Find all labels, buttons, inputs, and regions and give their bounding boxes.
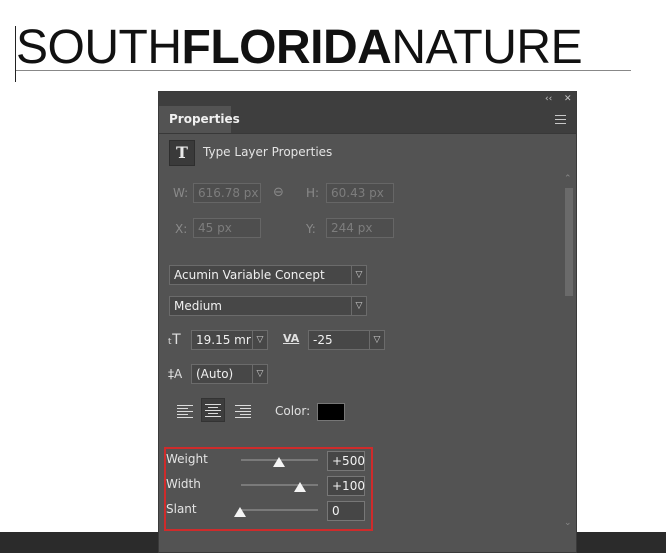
- x-field[interactable]: 45 px: [193, 218, 261, 238]
- tracking-value: -25: [313, 333, 333, 347]
- font-size-icon: ₜT: [168, 332, 181, 348]
- chevron-down-icon: ▽: [252, 331, 267, 349]
- x-label: X:: [175, 222, 188, 236]
- slant-slider-thumb[interactable]: [234, 507, 246, 517]
- text-color-swatch[interactable]: [317, 403, 345, 421]
- weight-value-field[interactable]: +500: [327, 451, 365, 471]
- font-size-value: 19.15 mr: [196, 333, 251, 347]
- font-style-dropdown[interactable]: Medium ▽: [169, 296, 367, 316]
- scroll-thumb[interactable]: [565, 188, 573, 296]
- text-baseline: [16, 70, 631, 71]
- width-label: W:: [173, 186, 189, 200]
- tracking-dropdown[interactable]: -25 ▽: [308, 330, 385, 350]
- leading-value: (Auto): [196, 367, 234, 381]
- leading-dropdown[interactable]: (Auto) ▽: [191, 364, 268, 384]
- weight-slider-row: Weight +500: [166, 451, 371, 471]
- link-icon[interactable]: ⊖: [273, 185, 284, 200]
- panel-tabbar: Properties: [159, 106, 576, 134]
- align-left-button[interactable]: [173, 399, 197, 423]
- close-icon[interactable]: ✕: [564, 93, 572, 105]
- font-size-dropdown[interactable]: 19.15 mr ▽: [191, 330, 268, 350]
- panel-scrollbar[interactable]: ⌃ ⌄: [563, 174, 575, 534]
- width-slider-thumb[interactable]: [294, 482, 306, 492]
- weight-label: Weight: [166, 452, 208, 466]
- scroll-up-icon[interactable]: ⌃: [564, 174, 572, 184]
- chevron-down-icon: ▽: [351, 266, 366, 284]
- slant-value-field[interactable]: 0: [327, 501, 365, 521]
- hamburger-menu-icon[interactable]: [555, 115, 566, 124]
- font-style-value: Medium: [174, 299, 222, 313]
- slant-slider-row: Slant 0: [166, 501, 371, 521]
- tracking-icon: VA: [283, 332, 300, 345]
- slant-track[interactable]: [241, 509, 318, 511]
- properties-panel: ‹‹ ✕ Properties T Type Layer Properties …: [158, 91, 577, 553]
- font-family-value: Acumin Variable Concept: [174, 268, 325, 282]
- headline-word-south: SOUTH: [16, 21, 182, 74]
- width-axis-label: Width: [166, 477, 201, 491]
- color-label: Color:: [275, 404, 311, 418]
- layer-kind-label: Type Layer Properties: [203, 145, 333, 159]
- width-value-field[interactable]: +100: [327, 476, 365, 496]
- height-field[interactable]: 60.43 px: [326, 183, 394, 203]
- slant-label: Slant: [166, 502, 197, 516]
- headline-word-nature: NATURE: [391, 21, 583, 74]
- chevron-down-icon: ▽: [252, 365, 267, 383]
- width-slider-row: Width +100: [166, 476, 371, 496]
- align-right-button[interactable]: [231, 399, 255, 423]
- scroll-down-icon[interactable]: ⌄: [564, 518, 572, 528]
- tab-properties[interactable]: Properties: [159, 106, 240, 133]
- headline-word-florida: FLORIDA: [181, 21, 392, 74]
- width-field[interactable]: 616.78 px: [193, 183, 261, 203]
- y-field[interactable]: 244 px: [326, 218, 394, 238]
- width-track[interactable]: [241, 484, 318, 486]
- height-label: H:: [306, 186, 320, 200]
- panel-title-strip: ‹‹ ✕: [159, 92, 576, 106]
- font-family-dropdown[interactable]: Acumin Variable Concept ▽: [169, 265, 367, 285]
- leading-icon: ‡A: [168, 367, 183, 381]
- align-center-button[interactable]: [201, 398, 225, 422]
- type-layer-icon: T: [169, 140, 195, 166]
- y-label: Y:: [306, 222, 316, 236]
- chevron-down-icon: ▽: [369, 331, 384, 349]
- chevron-down-icon: ▽: [351, 297, 366, 315]
- collapse-icon[interactable]: ‹‹: [545, 93, 552, 105]
- weight-slider-thumb[interactable]: [273, 457, 285, 467]
- canvas-headline[interactable]: SOUTHFLORIDANATURE: [16, 20, 583, 76]
